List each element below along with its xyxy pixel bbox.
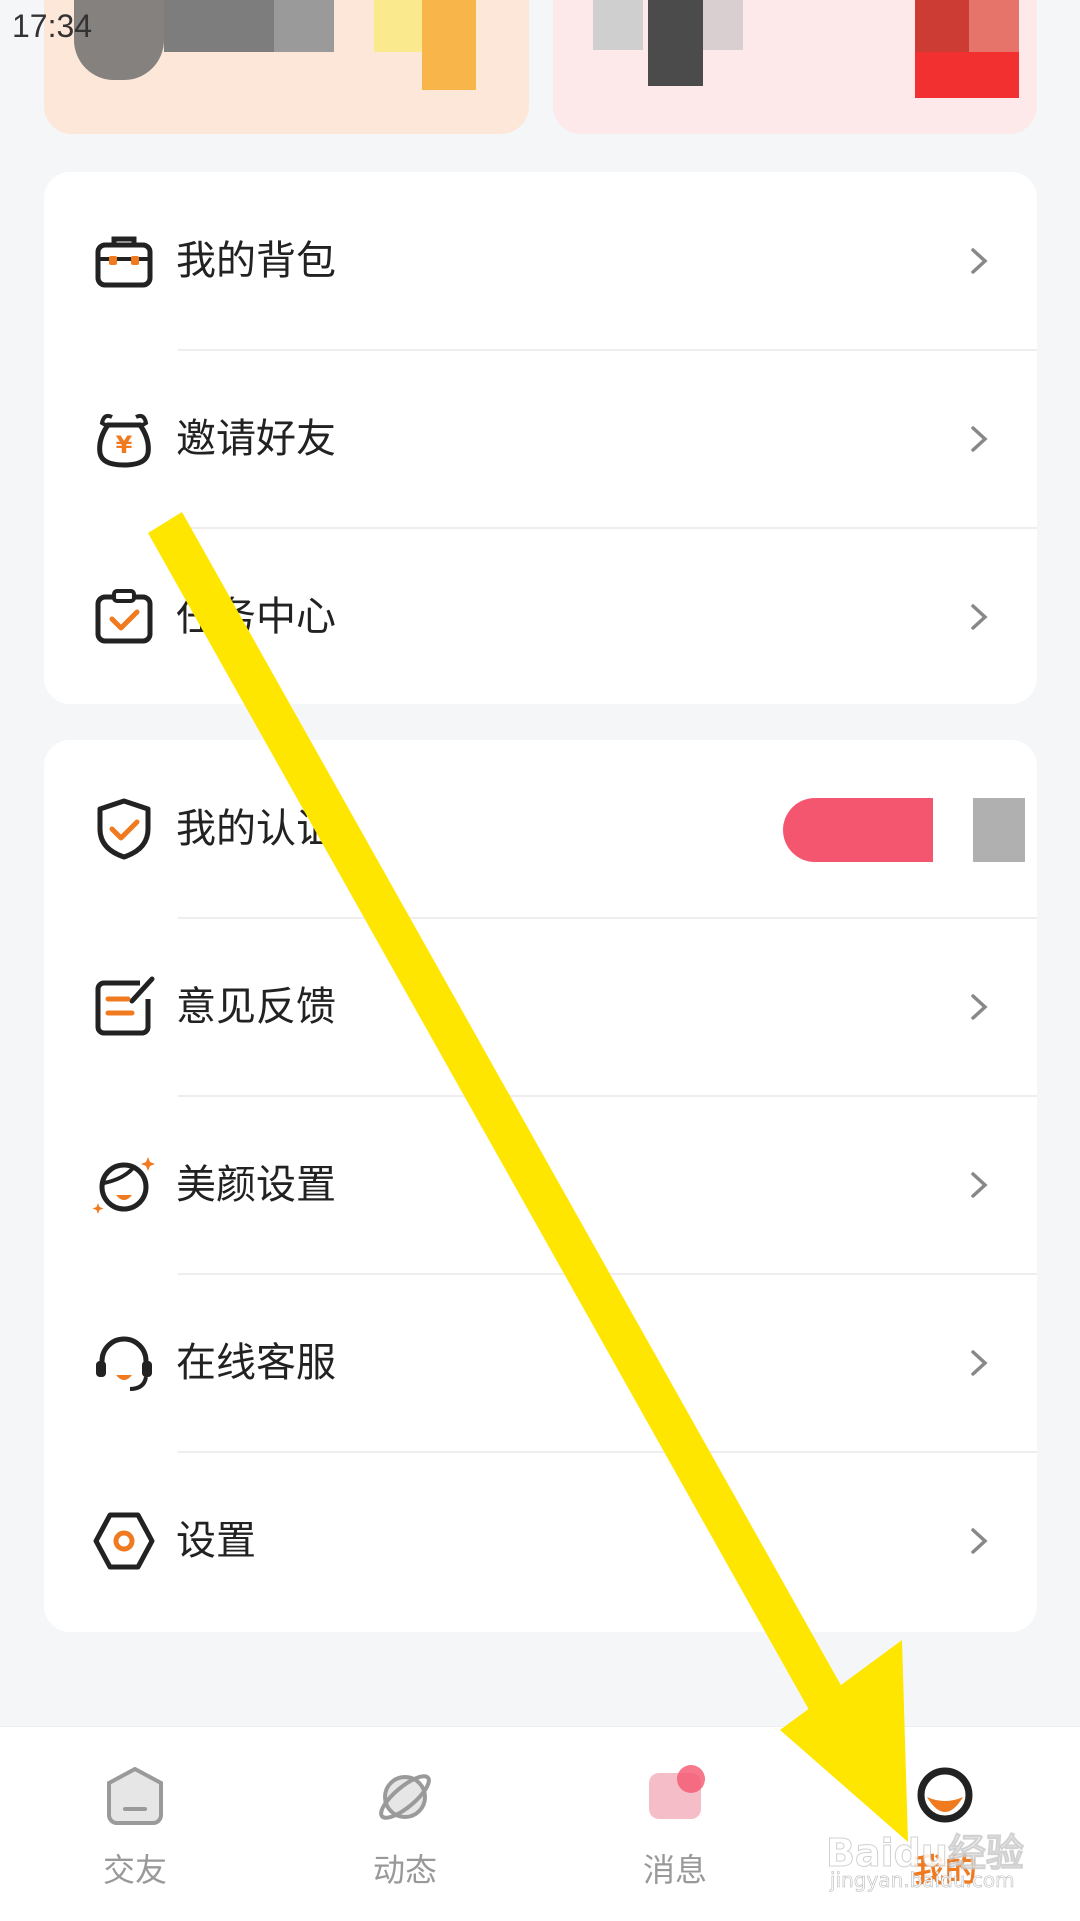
beauty-face-icon (92, 1157, 155, 1214)
menu-item-label: 我的背包 (176, 238, 336, 284)
menu-card-primary: 我的背包 ¥ 邀请好友 任务中心 (44, 172, 1037, 704)
planet-icon (379, 1774, 431, 1820)
chevron-right-icon (971, 248, 988, 274)
menu-item-label: 在线客服 (176, 1340, 336, 1386)
menu-item-label: 意见反馈 (176, 984, 336, 1030)
tab-friends[interactable]: 交友 (0, 1727, 270, 1921)
settings-hex-icon (93, 1512, 155, 1570)
task-clipboard-icon (95, 589, 153, 644)
backpack-icon (95, 236, 153, 288)
chevron-right-icon (971, 1528, 988, 1554)
verify-status-badge[interactable] (783, 798, 933, 862)
tab-messages[interactable]: 消息 (540, 1727, 810, 1921)
chevron-right-icon (971, 426, 988, 452)
message-icon (649, 1765, 705, 1819)
money-bag-icon: ¥ (97, 413, 151, 468)
menu-item-settings[interactable]: 设置 (44, 1452, 1037, 1630)
menu-item-invite-friends[interactable]: ¥ 邀请好友 (44, 350, 1037, 528)
menu-item-beauty-settings[interactable]: 美颜设置 (44, 1096, 1037, 1274)
menu-item-label: 任务中心 (176, 594, 336, 640)
chevron-right-icon (971, 604, 988, 630)
chevron-right-icon (971, 994, 988, 1020)
top-banner-card-left[interactable] (44, 0, 529, 134)
baidu-watermark-url: jingyan.baidu.com (830, 1868, 1015, 1893)
tab-label: 动态 (372, 1851, 437, 1889)
top-banner-card-right[interactable] (553, 0, 1037, 134)
profile-icon (917, 1767, 973, 1823)
headset-icon (96, 1336, 152, 1391)
menu-item-label: 邀请好友 (176, 416, 336, 462)
menu-item-verification[interactable]: 我的认证 (44, 740, 1037, 918)
menu-item-task-center[interactable]: 任务中心 (44, 528, 1037, 706)
chevron-right-icon (971, 1172, 988, 1198)
menu-item-label: 美颜设置 (176, 1162, 336, 1208)
shield-check-icon (97, 798, 151, 860)
feedback-edit-icon (95, 976, 155, 1036)
menu-card-secondary: 我的认证 意见反馈 美颜设置 在线客服 设置 (44, 740, 1037, 1632)
menu-item-backpack[interactable]: 我的背包 (44, 172, 1037, 350)
menu-item-online-service[interactable]: 在线客服 (44, 1274, 1037, 1452)
status-time: 17:34 (12, 8, 93, 44)
tab-label: 消息 (642, 1851, 707, 1889)
menu-item-label: 我的认证 (176, 806, 336, 852)
tab-label: 交友 (102, 1851, 167, 1889)
friends-icon (107, 1766, 163, 1825)
chevron-right-icon (971, 1350, 988, 1376)
svg-text:¥: ¥ (116, 431, 133, 459)
tab-moments[interactable]: 动态 (270, 1727, 540, 1921)
menu-item-feedback[interactable]: 意见反馈 (44, 918, 1037, 1096)
menu-item-label: 设置 (176, 1518, 256, 1564)
verify-status-arrow (973, 798, 1025, 862)
